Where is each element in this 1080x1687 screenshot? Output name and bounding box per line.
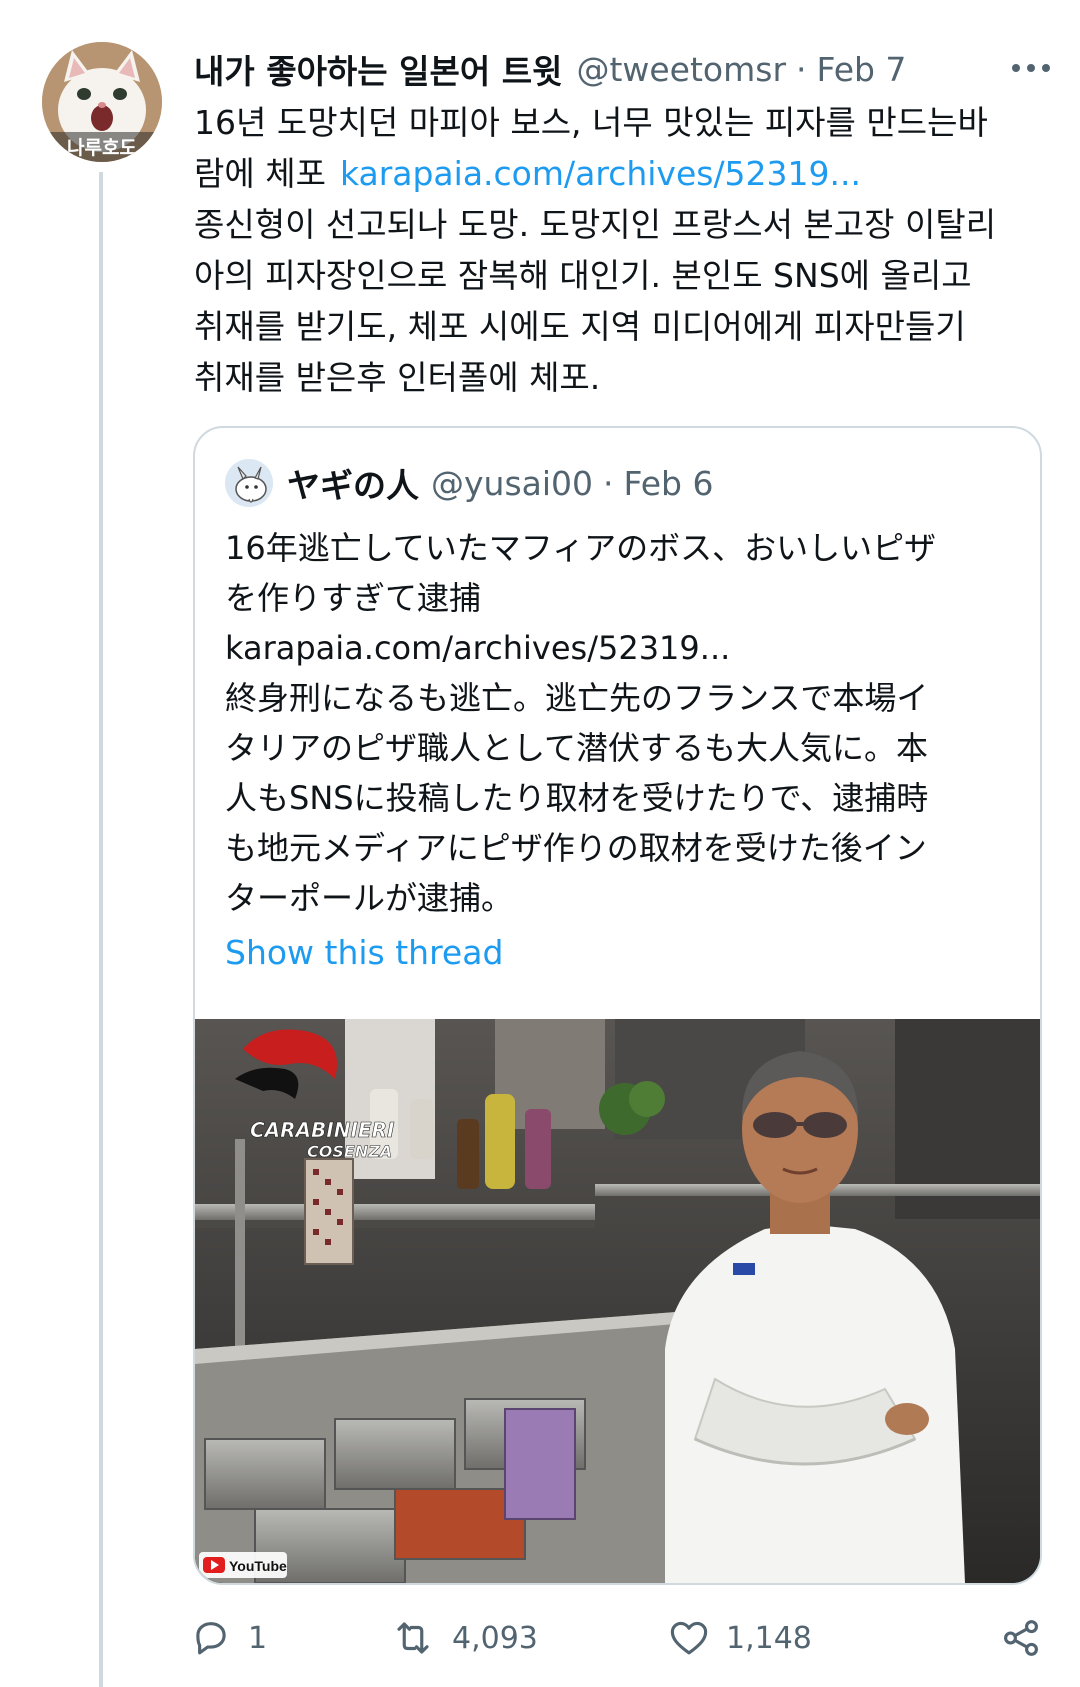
tweet-text-line: 16년 도망치던 마피아 보스, 너무 맛있는 피자를 만드는바	[194, 103, 988, 142]
like-button[interactable]: 1,148	[668, 1608, 812, 1668]
reply-count: 1	[248, 1620, 268, 1656]
svg-text:나루호도: 나루호도	[67, 137, 137, 159]
heart-icon	[670, 1621, 708, 1655]
quoted-tweet-text: 16年逃亡していたマフィアのボス、おいしいピザ を作りすぎて逮捕 karapai…	[225, 523, 1015, 923]
tweet-text-line: 종신형이 선고되나 도망. 도망지인 프랑스서 본고장 이탈리	[194, 205, 997, 244]
youtube-logo: YouTube	[199, 1552, 287, 1578]
share-icon	[1004, 1620, 1038, 1656]
tweet-text-line: 취재를 받기도, 체포 시에도 지역 미디어에게 피자만들기	[194, 307, 966, 346]
quoted-avatar[interactable]	[225, 459, 273, 507]
quoted-media-image[interactable]: CARABINIERI COSENZA YouTube	[195, 1019, 1040, 1583]
quoted-tweet[interactable]: ヤギの人 @yusai00 · Feb 6 16年逃亡していたマフィアのボス、お…	[193, 426, 1042, 1585]
svg-text:YouTube: YouTube	[229, 1558, 287, 1574]
avatar[interactable]: 나루호도	[42, 42, 162, 162]
user-handle[interactable]: @tweetomsr	[576, 50, 786, 89]
quoted-tweet-header: ヤギの人 @yusai00 · Feb 6	[225, 458, 713, 508]
retweet-icon	[397, 1622, 429, 1654]
share-button[interactable]	[1000, 1608, 1042, 1668]
tweet-header: 내가 좋아하는 일본어 트윗 @tweetomsr · Feb 7	[194, 44, 1054, 94]
quoted-text-line: も地元メディアにピザ作りの取材を受けた後イン	[225, 829, 927, 867]
separator-dot: ·	[603, 463, 614, 503]
reply-button[interactable]: 1	[190, 1608, 267, 1668]
tweet-text-line: 아의 피자장인으로 잠복해 대인기. 본인도 SNS에 올리고	[194, 256, 972, 295]
quoted-text-line: ターポールが逮捕。	[225, 879, 514, 917]
quoted-text-line: 終身刑になるも逃亡。逃亡先のフランスで本場イ	[225, 679, 929, 717]
tweet-text-fragment: 람에 체포	[194, 154, 326, 193]
quoted-text-line: を作りすぎて逮捕	[225, 579, 482, 617]
thread-line	[99, 172, 103, 1687]
quoted-text-line: タリアのピザ職人として潜伏するも大人気に。本	[225, 729, 929, 767]
display-name[interactable]: 내가 좋아하는 일본어 트윗	[194, 45, 562, 93]
retweet-count: 4,093	[452, 1620, 538, 1656]
tweet-text-line: 취재를 받은후 인터폴에 체포.	[194, 358, 601, 397]
retweet-button[interactable]: 4,093	[390, 1608, 538, 1668]
tweet-link[interactable]: karapaia.com/archives/52319...	[340, 154, 861, 193]
quoted-text-line: 人もSNSに投稿したり取材を受けたりで、逮捕時	[225, 779, 929, 817]
tweet-text: 16년 도망치던 마피아 보스, 너무 맛있는 피자를 만드는바 람에 체포 ka…	[194, 97, 1054, 403]
goat-icon	[225, 459, 273, 507]
tweet-actions: 1 4,093 1,148	[190, 1608, 1050, 1668]
quoted-text-line: karapaia.com/archives/52319...	[225, 629, 731, 667]
watermark-carabinieri: CARABINIERI	[250, 1118, 395, 1142]
tweet-date[interactable]: Feb 7	[817, 50, 907, 89]
more-icon	[1012, 64, 1050, 72]
quoted-text-line: 16年逃亡していたマフィアのボス、おいしいピザ	[225, 529, 937, 567]
watermark-cosenza: COSENZA	[307, 1142, 392, 1161]
like-count: 1,148	[726, 1620, 812, 1656]
cat-avatar-image: 나루호도	[42, 42, 162, 162]
chef-kitchen-photo: CARABINIERI COSENZA YouTube	[195, 1019, 1040, 1583]
show-thread-link[interactable]: Show this thread	[225, 933, 503, 972]
quoted-handle[interactable]: @yusai00	[431, 464, 593, 503]
separator-dot: ·	[796, 49, 807, 89]
quoted-date[interactable]: Feb 6	[624, 464, 714, 503]
more-options-button[interactable]	[1006, 50, 1056, 86]
quoted-display-name[interactable]: ヤギの人	[287, 459, 419, 507]
reply-icon	[196, 1622, 226, 1655]
tweet-text-line: 람에 체포 karapaia.com/archives/52319...	[194, 148, 1054, 199]
